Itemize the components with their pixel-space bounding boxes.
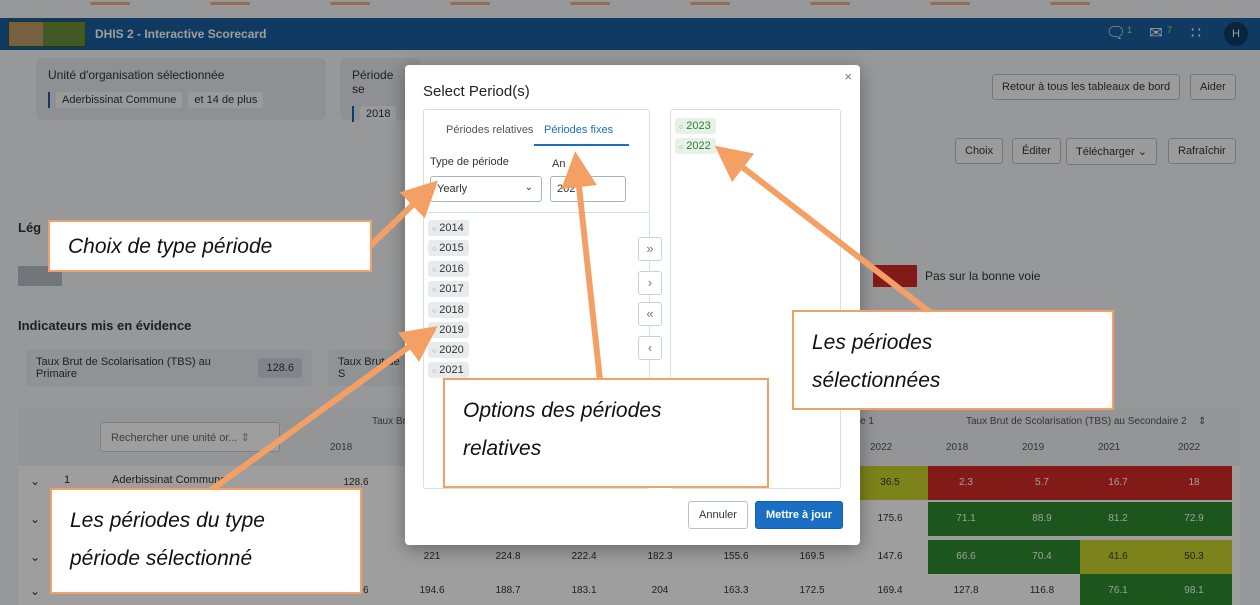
callout-line: période sélectionné [70,547,253,570]
arrow-relative-options [561,151,603,381]
callout-type-periods: Les périodes du type période sélectionné [50,488,362,594]
arrow-selected-periods [714,145,942,323]
callout-relative-options: Options des périodes relatives [443,378,769,488]
callout-line: relatives [463,437,542,460]
callout-line: Options des périodes [463,399,662,422]
callout-line: sélectionnées [812,369,941,392]
arrow-type-periods [198,326,438,501]
callout-period-type: Choix de type période [48,220,372,272]
callout-line: Les périodes du type [70,509,265,532]
arrow-period-type [365,180,439,251]
callout-line: Les périodes [812,331,933,354]
callout-selected: Les périodes sélectionnées [792,310,1114,410]
